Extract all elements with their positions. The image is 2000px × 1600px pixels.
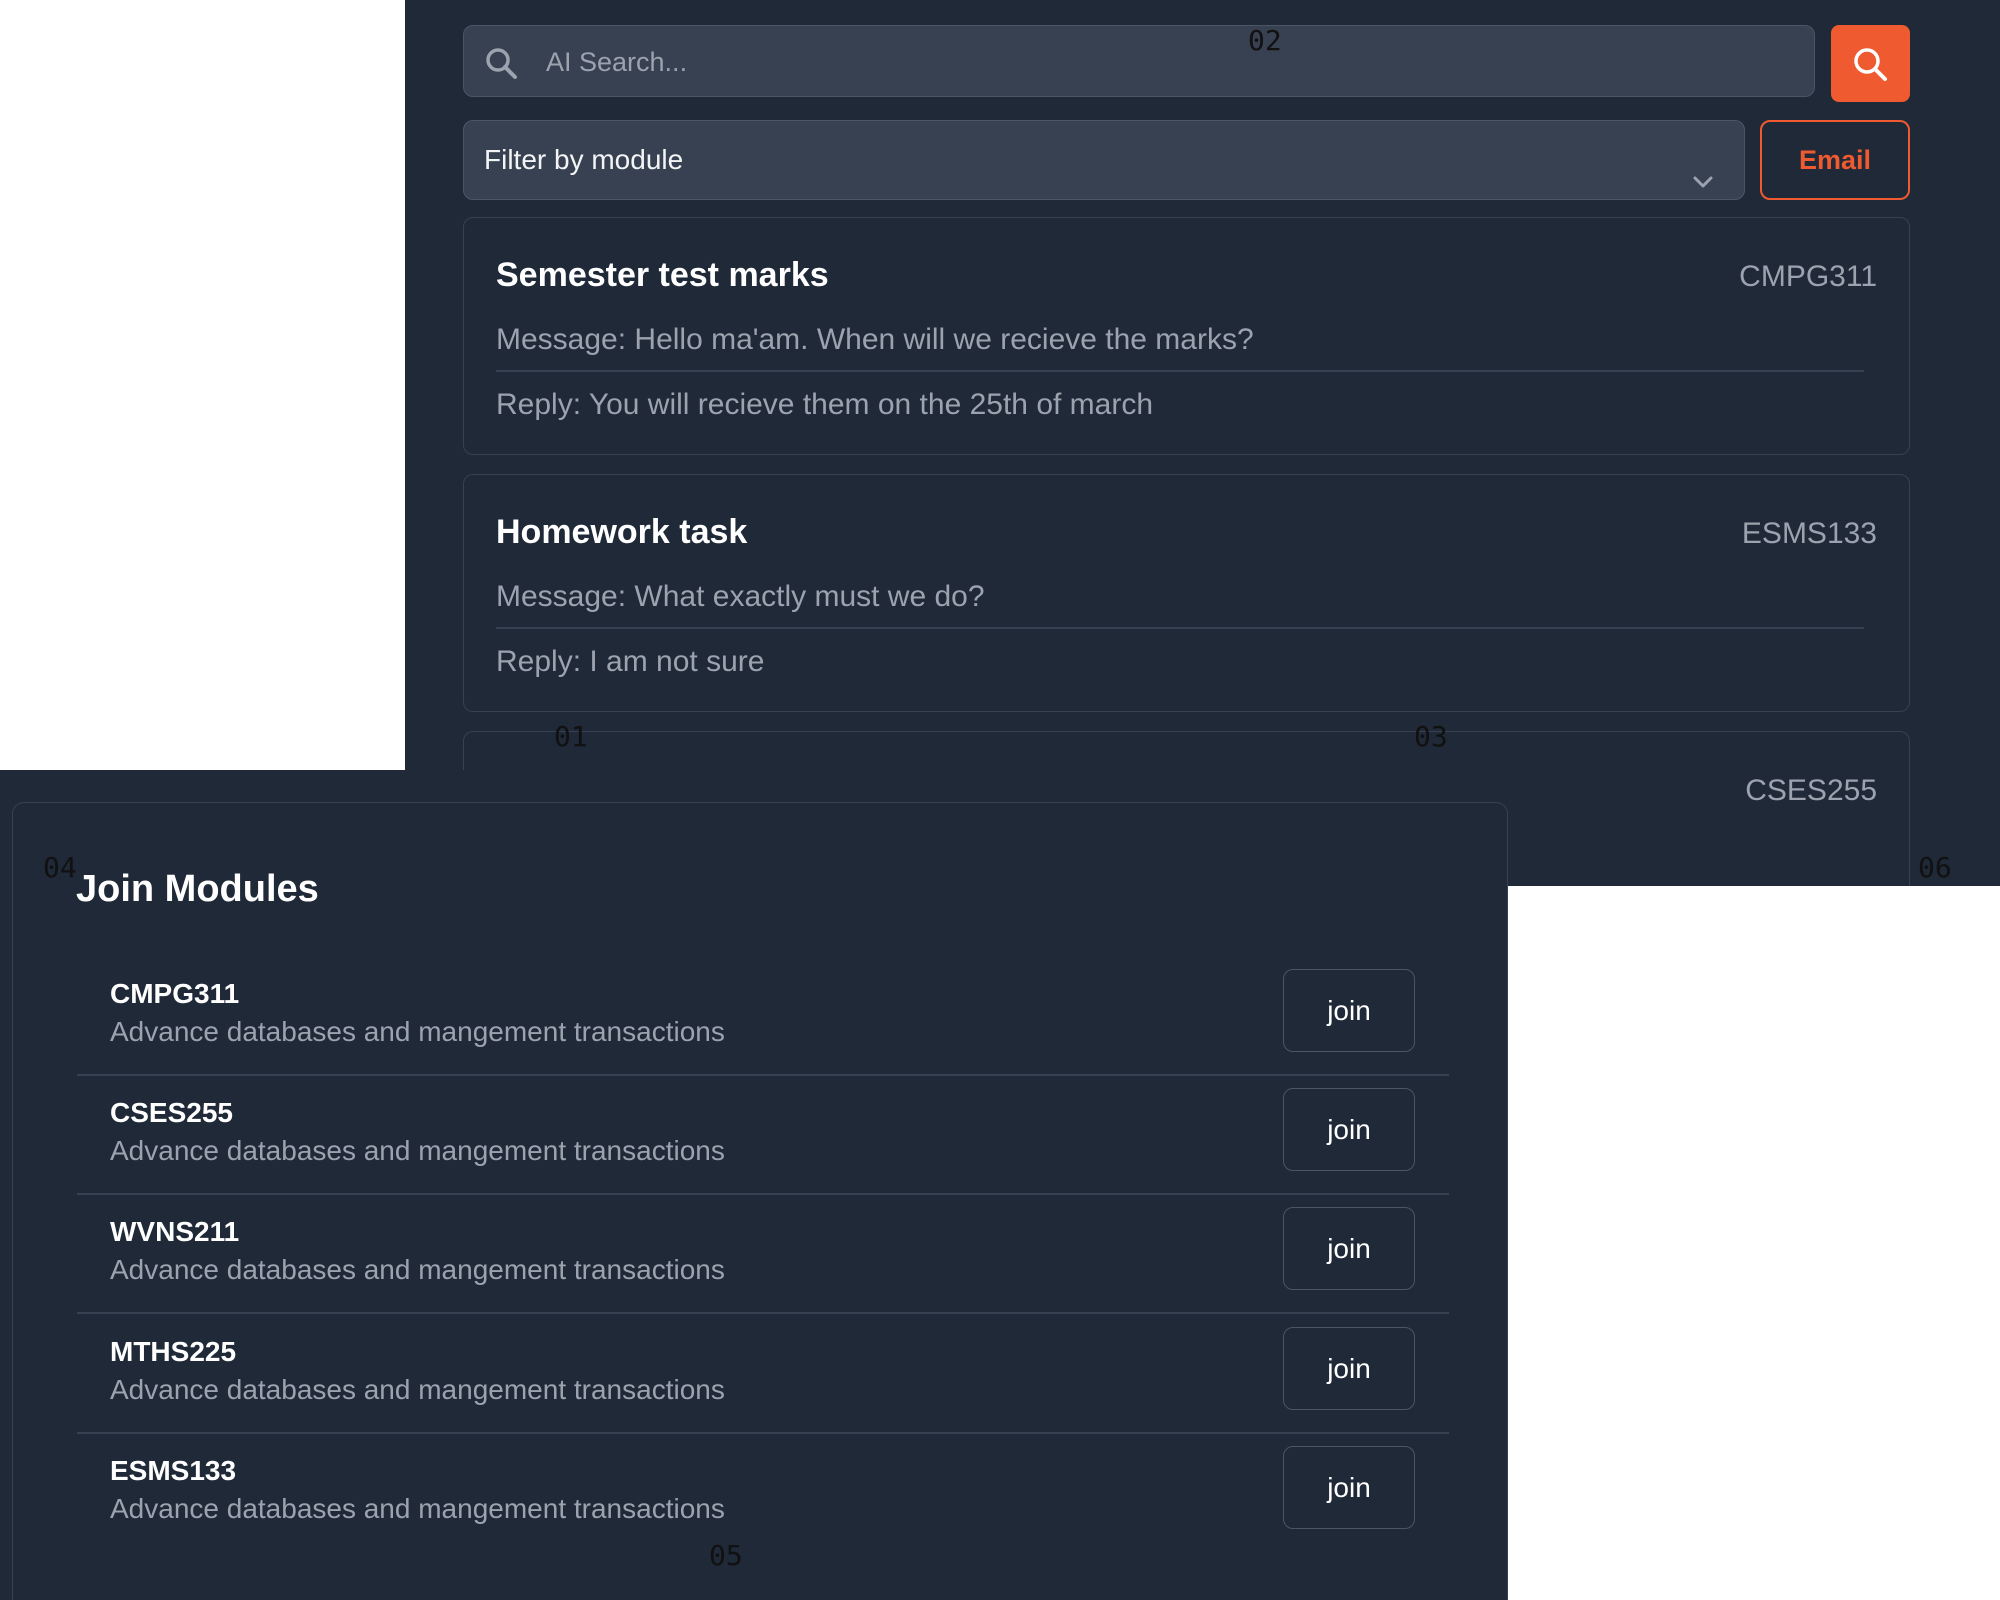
divider [77,1074,1449,1076]
module-description: Advance databases and mangement transact… [110,1493,725,1524]
module-row: MTHS225 Advance databases and mangement … [77,1316,1449,1434]
module-code: MTHS225 [110,1336,237,1367]
divider [496,370,1864,372]
join-button[interactable]: join [1283,1327,1415,1410]
search-button[interactable] [1831,25,1910,102]
module-code: CMPG311 [1739,260,1877,293]
join-button[interactable]: join [1283,1207,1415,1290]
module-filter-select[interactable]: Filter by module [463,120,1745,200]
marker-label: 05 [709,1539,743,1572]
join-modules-panel: Join Modules CMPG311 Advance databases a… [0,770,1508,1600]
module-row: CMPG311 Advance databases and mangement … [77,958,1449,1076]
message-title: Semester test marks [496,256,829,294]
module-description: Advance databases and mangement transact… [110,1016,725,1047]
marker-label: 06 [1918,851,1952,884]
module-code: CSES255 [110,1097,233,1128]
divider [77,1312,1449,1314]
message-card[interactable]: Homework task ESMS133 Message: What exac… [463,474,1910,712]
join-button[interactable]: join [1283,1088,1415,1171]
search-bar[interactable] [463,25,1815,98]
reply-text: Reply: You will recieve them on the 25th… [496,388,1154,421]
reply-text: Reply: I am not sure [496,645,765,678]
join-button[interactable]: join [1283,969,1415,1052]
marker-label: 01 [554,720,588,753]
module-code: CMPG311 [110,978,240,1009]
filter-select-label: Filter by module [484,144,684,175]
search-icon [1854,48,1887,81]
join-modules-title: Join Modules [76,868,319,910]
messages-panel: Filter by module Email Semester test mar… [405,0,2000,886]
chevron-down-icon [1690,147,1716,225]
module-code: CSES255 [1745,774,1877,807]
marker-label: 04 [43,851,77,884]
search-icon [484,46,518,80]
module-code: ESMS133 [110,1455,237,1486]
join-button[interactable]: join [1283,1446,1415,1529]
divider [77,1193,1449,1195]
divider [496,627,1864,629]
module-description: Advance databases and mangement transact… [110,1254,725,1285]
message-card[interactable]: Semester test marks CMPG311 Message: Hel… [463,217,1910,455]
marker-label: 03 [1414,720,1448,753]
module-row: ESMS133 Advance databases and mangement … [77,1435,1449,1553]
module-code: ESMS133 [1741,517,1877,550]
module-description: Advance databases and mangement transact… [110,1374,725,1405]
message-text: Message: What exactly must we do? [496,580,985,613]
module-row: CSES255 Advance databases and mangement … [77,1077,1449,1195]
module-row: WVNS211 Advance databases and mangement … [77,1196,1449,1314]
marker-label: 02 [1248,24,1282,57]
module-description: Advance databases and mangement transact… [110,1135,725,1166]
divider [77,1432,1449,1434]
search-input[interactable] [544,26,1748,98]
module-code: WVNS211 [110,1216,240,1247]
email-button[interactable]: Email [1760,120,1910,200]
message-title: Homework task [496,513,748,551]
message-text: Message: Hello ma'am. When will we recie… [496,323,1254,356]
